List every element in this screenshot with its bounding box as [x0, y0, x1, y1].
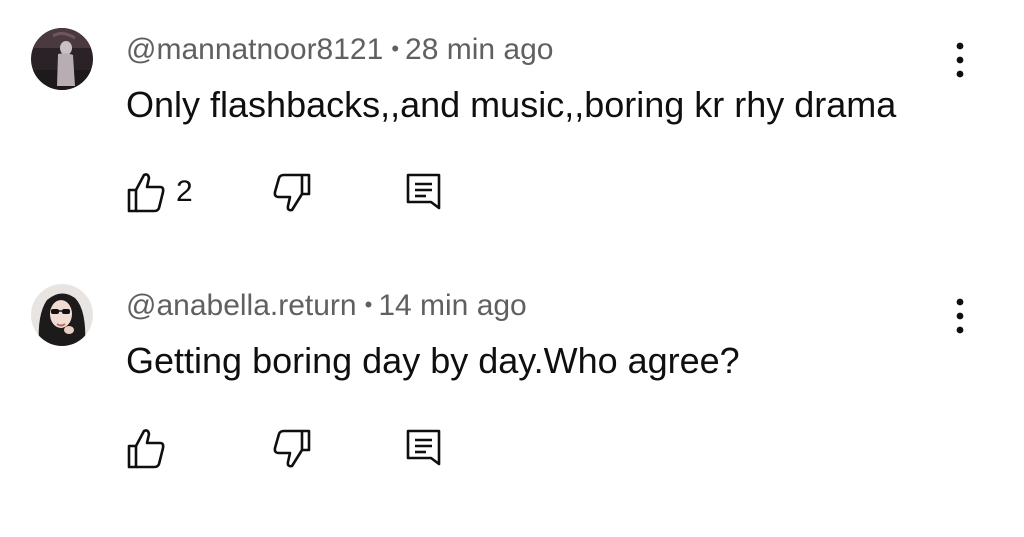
like-button[interactable] [126, 426, 176, 470]
comment-text: Getting boring day by day.Who agree? [126, 340, 740, 381]
reply-comment-icon [404, 426, 444, 470]
avatar[interactable] [31, 28, 93, 90]
more-options-button[interactable] [944, 38, 976, 82]
comment-meta: @mannatnoor8121 • 28 min ago [126, 30, 553, 70]
avatar[interactable] [31, 284, 93, 346]
thumbs-up-icon [126, 170, 166, 214]
reply-button[interactable] [404, 170, 444, 214]
reply-button[interactable] [404, 426, 444, 470]
like-button[interactable]: 2 [126, 170, 193, 214]
dislike-button[interactable] [272, 426, 312, 470]
comment-item: @anabella.return • 14 min ago Getting bori… [0, 256, 1024, 506]
woman-sunglasses-avatar [31, 284, 93, 346]
meta-separator: • [364, 292, 373, 317]
comment-actions: 2 [126, 170, 486, 214]
thumbs-up-icon [126, 426, 166, 470]
more-vertical-icon [956, 298, 964, 334]
comment-text: Only flashbacks,,and music,,boring kr rh… [126, 84, 897, 125]
reply-comment-icon [404, 170, 444, 214]
comments-list: @mannatnoor8121 • 28 min ago Only flashbac… [0, 0, 1024, 537]
more-vertical-icon [956, 42, 964, 78]
author-handle[interactable]: @mannatnoor8121 [126, 33, 383, 66]
author-handle[interactable]: @anabella.return [126, 289, 357, 322]
dislike-button[interactable] [272, 170, 312, 214]
comment-meta: @anabella.return • 14 min ago [126, 286, 527, 326]
dark-figure-avatar [31, 28, 93, 90]
comment-time: 28 min ago [405, 33, 554, 66]
thumbs-down-icon [272, 170, 312, 214]
thumbs-down-icon [272, 426, 312, 470]
more-options-button[interactable] [944, 294, 976, 338]
meta-separator: • [391, 36, 400, 61]
like-count: 2 [176, 175, 193, 208]
comment-time: 14 min ago [378, 289, 527, 322]
comment-item: @mannatnoor8121 • 28 min ago Only flashbac… [0, 0, 1024, 250]
comment-actions [126, 426, 486, 470]
